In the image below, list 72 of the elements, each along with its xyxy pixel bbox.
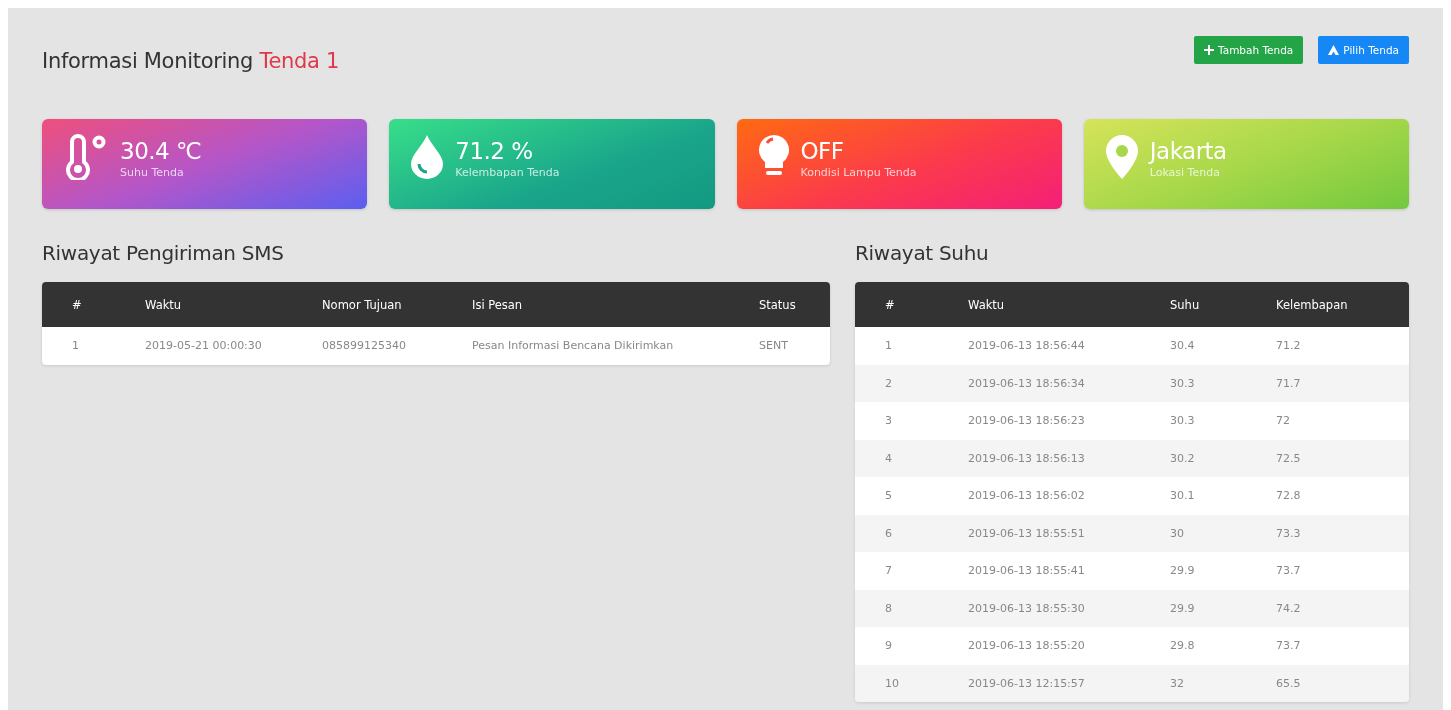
plus-icon <box>1204 45 1214 55</box>
table-cell: 6 <box>855 514 968 552</box>
thermometer-icon <box>64 134 108 180</box>
table-cell: SENT <box>759 327 830 365</box>
page-title: Informasi Monitoring Tenda 1 <box>42 49 340 73</box>
table-cell: 2019-06-13 18:56:44 <box>968 327 1170 365</box>
table-cell: 30.1 <box>1170 477 1276 515</box>
card-value: 30.4 ℃ <box>120 136 202 166</box>
table-cell: 2019-06-13 12:15:57 <box>968 664 1170 702</box>
card-label: Kelembapan Tenda <box>455 165 560 179</box>
table-cell: 30.3 <box>1170 402 1276 440</box>
column-header: # <box>855 282 968 327</box>
tent-icon <box>1328 45 1340 55</box>
table-cell: 085899125340 <box>322 327 472 365</box>
table-cell: 2019-06-13 18:55:20 <box>968 627 1170 665</box>
table-cell: 30.4 <box>1170 327 1276 365</box>
card-label: Lokasi Tenda <box>1149 165 1221 179</box>
column-header: Isi Pesan <box>472 282 759 327</box>
table-cell: 2019-06-13 18:56:23 <box>968 402 1170 440</box>
section-title: Riwayat Pengiriman SMS <box>42 241 285 265</box>
table-cell: 73.3 <box>1276 514 1409 552</box>
table-cell: 71.7 <box>1276 364 1409 402</box>
table-cell: 2019-06-13 18:55:41 <box>968 552 1170 590</box>
card-label: Suhu Tenda <box>120 165 185 179</box>
table-cell: 3 <box>855 402 968 440</box>
card-value: OFF <box>800 136 845 166</box>
map-pin-icon <box>1105 135 1138 179</box>
add-button[interactable]: Tambah Tenda <box>1194 36 1304 64</box>
column-header: Kelembapan <box>1276 282 1409 327</box>
table-cell: 7 <box>855 552 968 590</box>
table-cell: 73.7 <box>1276 627 1409 665</box>
column-header: # <box>42 282 145 327</box>
table-cell: 73.7 <box>1276 552 1409 590</box>
table-cell: 8 <box>855 589 968 627</box>
table-cell: 2019-06-13 18:56:13 <box>968 439 1170 477</box>
table-cell: 74.2 <box>1276 589 1409 627</box>
table-cell: Pesan Informasi Bencana Dikirimkan <box>472 327 759 365</box>
column-header: Suhu <box>1170 282 1276 327</box>
table-cell: 2019-06-13 18:55:51 <box>968 514 1170 552</box>
table-cell: 30.2 <box>1170 439 1276 477</box>
table-cell: 72.8 <box>1276 477 1409 515</box>
table-cell: 2 <box>855 364 968 402</box>
card-value: 71.2 % <box>455 136 534 166</box>
column-header: Waktu <box>145 282 322 327</box>
column-header: Status <box>759 282 830 327</box>
table-cell: 30.3 <box>1170 364 1276 402</box>
card-value: Jakarta <box>1149 136 1227 166</box>
table-cell: 72 <box>1276 402 1409 440</box>
table-cell: 9 <box>855 627 968 665</box>
table-cell: 32 <box>1170 664 1276 702</box>
card-label: Kondisi Lampu Tenda <box>800 165 917 179</box>
table-cell: 5 <box>855 477 968 515</box>
table-cell: 65.5 <box>1276 664 1409 702</box>
select-button[interactable]: Pilih Tenda <box>1318 36 1409 64</box>
water-drop-icon <box>411 135 444 179</box>
column-header: Waktu <box>968 282 1170 327</box>
column-header: Nomor Tujuan <box>322 282 472 327</box>
table-cell: 4 <box>855 439 968 477</box>
table-cell: 2019-06-13 18:56:34 <box>968 364 1170 402</box>
table-cell: 2019-06-13 18:55:30 <box>968 589 1170 627</box>
table-cell: 1 <box>855 327 968 365</box>
section-title: Riwayat Suhu <box>855 241 990 265</box>
table-cell: 29.9 <box>1170 552 1276 590</box>
table-cell: 1 <box>42 327 145 365</box>
table-cell: 10 <box>855 664 968 702</box>
table-cell: 29.8 <box>1170 627 1276 665</box>
table-cell: 71.2 <box>1276 327 1409 365</box>
table-cell: 29.9 <box>1170 589 1276 627</box>
table-cell: 2019-06-13 18:56:02 <box>968 477 1170 515</box>
table-cell: 30 <box>1170 514 1276 552</box>
table-cell: 72.5 <box>1276 439 1409 477</box>
table-cell: 2019-05-21 00:00:30 <box>145 327 322 365</box>
